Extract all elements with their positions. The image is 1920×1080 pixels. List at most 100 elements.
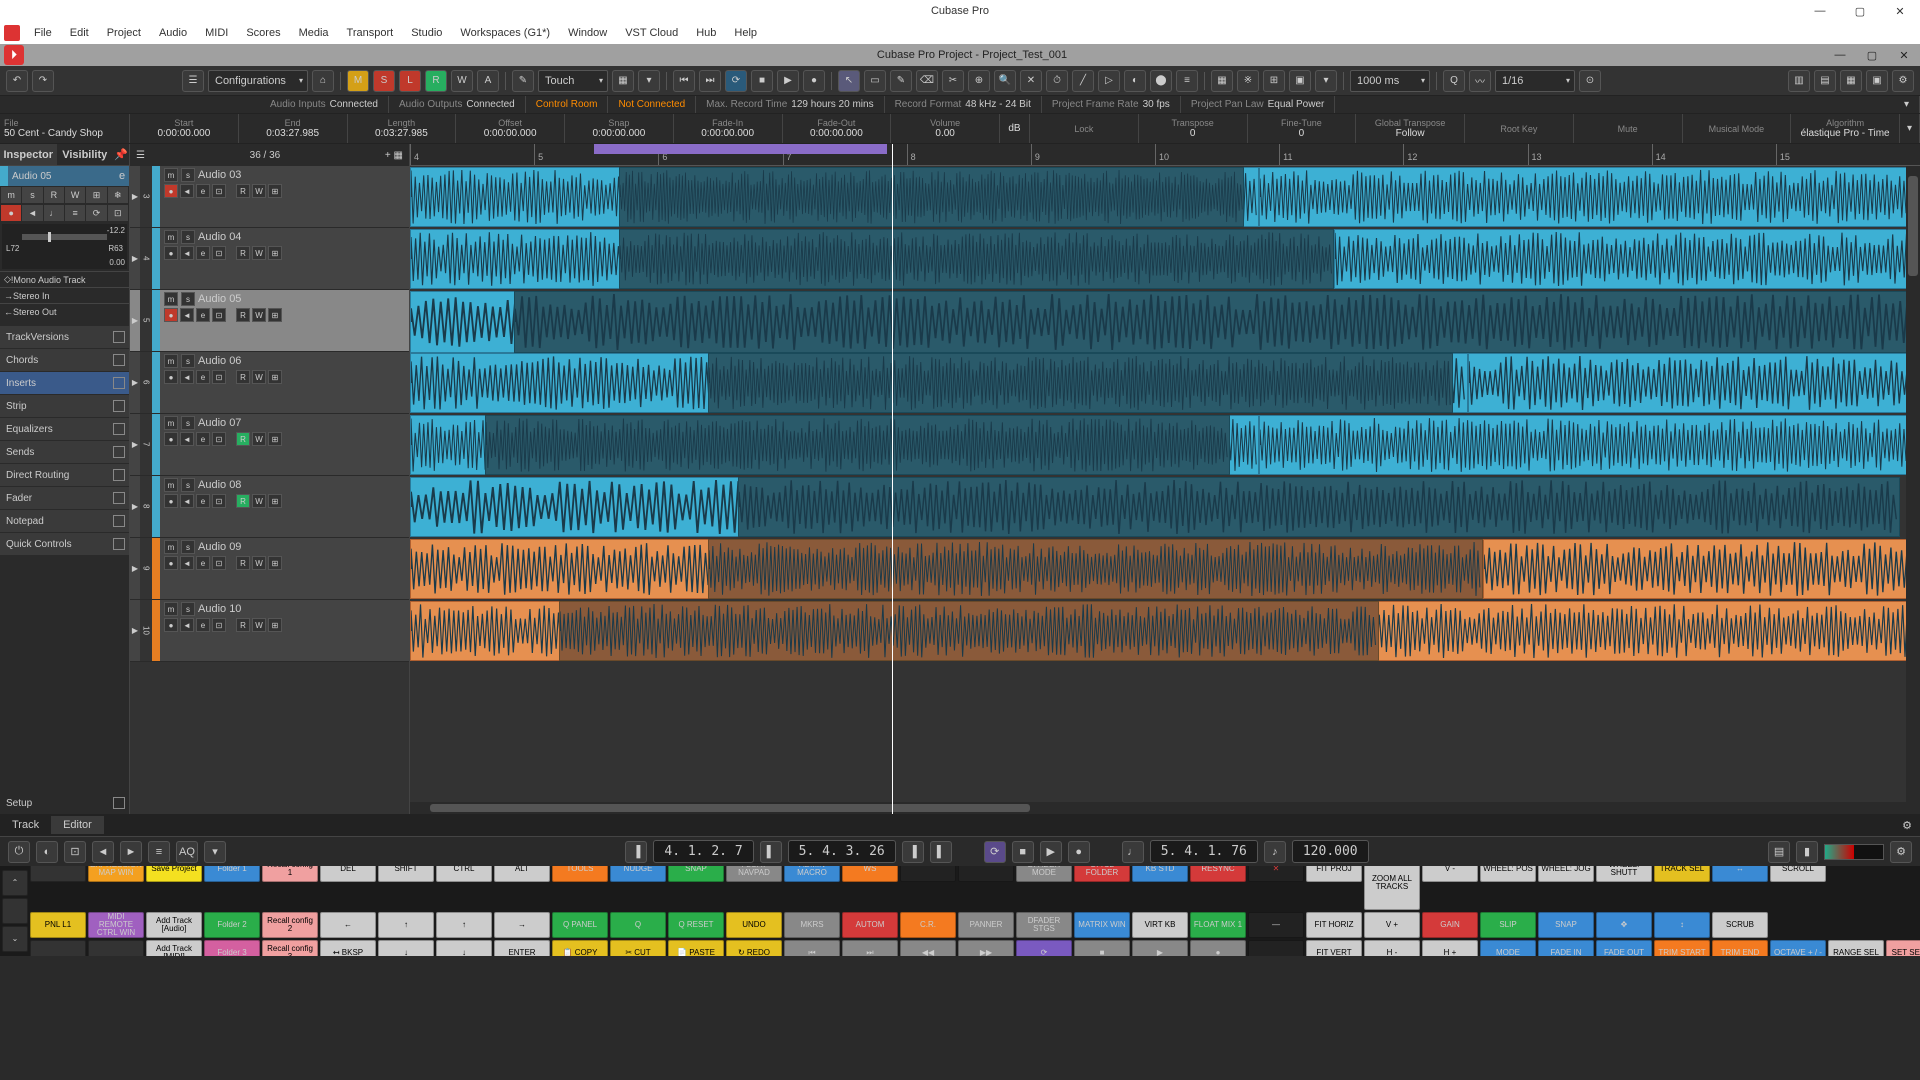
macro-button[interactable]: ▶▶: [958, 940, 1014, 956]
track-expand-icon[interactable]: ▶: [130, 538, 140, 599]
macro-button[interactable]: ✥: [1596, 912, 1652, 938]
track-mute[interactable]: m: [164, 292, 178, 306]
audio-clip[interactable]: [559, 601, 1379, 661]
trans-play-button[interactable]: ▶: [1040, 841, 1062, 863]
macro-button[interactable]: ZOOM ALL TRACKS: [1364, 866, 1420, 910]
auto-btn1[interactable]: ▦: [612, 70, 634, 92]
track-lock[interactable]: ⊞: [268, 308, 282, 322]
info-length[interactable]: Length0:03:27.985: [348, 114, 457, 143]
track-channel[interactable]: ⊡: [212, 308, 226, 322]
info-start[interactable]: Start0:00:00.000: [130, 114, 239, 143]
insp-monitor-icon[interactable]: ◄: [22, 205, 42, 221]
track-monitor[interactable]: ◄: [180, 494, 194, 508]
trans-tempo-icon[interactable]: ♪: [1264, 841, 1286, 863]
track-edit[interactable]: e: [196, 432, 210, 446]
tool-color[interactable]: ◐: [1124, 70, 1146, 92]
menu-edit[interactable]: Edit: [62, 25, 97, 41]
trans-next[interactable]: ►: [120, 841, 142, 863]
section-inserts[interactable]: Inserts: [0, 372, 129, 394]
info-transpose[interactable]: Transpose0: [1139, 114, 1248, 143]
macro-button[interactable]: WS: [842, 866, 898, 882]
configurations-select[interactable]: Configurations: [208, 70, 308, 92]
trans-punch-icon[interactable]: ⊡: [64, 841, 86, 863]
macro-button[interactable]: Folder 1: [204, 866, 260, 882]
menu-workspaces[interactable]: Workspaces (G1*): [452, 25, 558, 41]
snap-btn2[interactable]: ▾: [1315, 70, 1337, 92]
write-toggle[interactable]: W: [451, 70, 473, 92]
macro-button[interactable]: TRIM START: [1654, 940, 1710, 956]
quantize-select[interactable]: 1/16: [1495, 70, 1575, 92]
track-write[interactable]: W: [252, 246, 266, 260]
trans-mixer-icon[interactable]: ▤: [1768, 841, 1790, 863]
track-edit[interactable]: e: [196, 494, 210, 508]
macro-button[interactable]: MIDI REMOTE CTRL WIN: [88, 912, 144, 938]
goto-start-button[interactable]: ⏮: [673, 70, 695, 92]
track-edit[interactable]: e: [196, 308, 210, 322]
macro-button[interactable]: Q: [610, 912, 666, 938]
track-row[interactable]: ▶ 4 m s Audio 04 ● ◄ e ⊡ R W ⊞: [130, 228, 409, 290]
tracklist-menu-icon[interactable]: ▦: [394, 150, 403, 161]
horizontal-scrollbar[interactable]: [410, 802, 1906, 814]
track-name[interactable]: Audio 06: [198, 355, 405, 367]
track-expand-icon[interactable]: ▶: [130, 166, 140, 227]
track-write[interactable]: W: [252, 370, 266, 384]
track-monitor[interactable]: ◄: [180, 618, 194, 632]
macro-button[interactable]: C.R.: [900, 912, 956, 938]
track-color[interactable]: [152, 600, 160, 661]
macro-button[interactable]: H +: [1422, 940, 1478, 956]
track-read[interactable]: R: [236, 432, 250, 446]
track-read[interactable]: R: [236, 370, 250, 384]
track-record[interactable]: ●: [164, 556, 178, 570]
tool-erase[interactable]: ⌫: [916, 70, 938, 92]
status-close[interactable]: ▾: [1894, 96, 1920, 113]
track-lock[interactable]: ⊞: [268, 556, 282, 570]
loop-button[interactable]: ⟳: [725, 70, 747, 92]
track-color[interactable]: [152, 538, 160, 599]
track-mute[interactable]: m: [164, 354, 178, 368]
info-offset[interactable]: Offset0:00:00.000: [456, 114, 565, 143]
macro-button[interactable]: V -: [1422, 866, 1478, 882]
tool-draw[interactable]: ✎: [890, 70, 912, 92]
q-wave-icon[interactable]: 〰: [1469, 70, 1491, 92]
macro-button[interactable]: ▶: [1132, 940, 1188, 956]
macro-button[interactable]: ADMIN MACRO: [784, 866, 840, 882]
track-edit[interactable]: e: [196, 246, 210, 260]
track-row[interactable]: ▶ 9 m s Audio 09 ● ◄ e ⊡ R W ⊞: [130, 538, 409, 600]
macro-button[interactable]: ↑: [436, 912, 492, 938]
insp-lane-icon[interactable]: ≡: [65, 205, 85, 221]
track-color[interactable]: [152, 352, 160, 413]
macro-button[interactable]: Recall config 3: [262, 940, 318, 956]
track-row[interactable]: ▶ 6 m s Audio 06 ● ◄ e ⊡ R W ⊞: [130, 352, 409, 414]
menu-hub[interactable]: Hub: [688, 25, 724, 41]
macro-button[interactable]: SNAP: [1538, 912, 1594, 938]
macro-button[interactable]: DFADER MODE: [1016, 866, 1072, 882]
info-rootkey[interactable]: Root Key: [1465, 114, 1574, 143]
gear-icon[interactable]: ⚙: [1892, 70, 1914, 92]
macro-button[interactable]: GAIN: [1422, 912, 1478, 938]
vertical-scrollbar[interactable]: [1906, 166, 1920, 814]
trans-aq[interactable]: AQ: [176, 841, 198, 863]
win-maximize[interactable]: ▢: [1840, 0, 1880, 22]
snap-toggle[interactable]: ※: [1237, 70, 1259, 92]
inspector-meter[interactable]: -12.2 L72 R63 0.00: [2, 224, 127, 269]
tempo-display[interactable]: 120.000: [1292, 840, 1369, 863]
audio-clip[interactable]: [1364, 601, 1920, 661]
audio-clip[interactable]: [1483, 539, 1920, 599]
macro-button[interactable]: Q RESET: [668, 912, 724, 938]
macro-button[interactable]: ↤ BKSP: [320, 940, 376, 956]
insp-write[interactable]: W: [65, 187, 85, 203]
filter-icon[interactable]: ☰: [136, 150, 145, 161]
tool-scissors[interactable]: ✂: [942, 70, 964, 92]
macro-up-icon[interactable]: ⌃: [2, 870, 28, 896]
track-channel[interactable]: ⊡: [212, 432, 226, 446]
track-channel[interactable]: ⊡: [212, 556, 226, 570]
menu-vstcloud[interactable]: VST Cloud: [617, 25, 686, 41]
info-snap[interactable]: Snap0:00:00.000: [565, 114, 674, 143]
trans-prev[interactable]: ◄: [92, 841, 114, 863]
layout-btn1[interactable]: ▥: [1788, 70, 1810, 92]
auto-btn2[interactable]: ▾: [638, 70, 660, 92]
track-mute[interactable]: m: [164, 540, 178, 554]
macro-button[interactable]: SET SENSE: [1886, 940, 1920, 956]
macro-button[interactable]: TRACK SEL: [1654, 866, 1710, 882]
track-solo[interactable]: s: [181, 602, 195, 616]
